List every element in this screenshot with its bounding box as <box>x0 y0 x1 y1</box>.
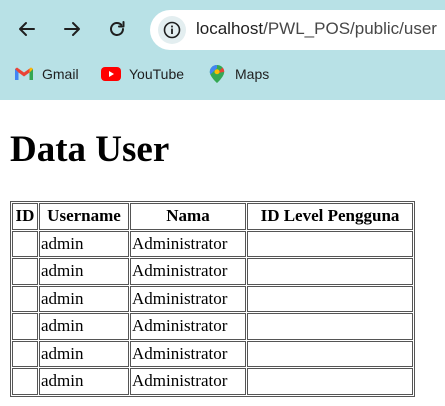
cell-id <box>12 368 38 395</box>
cell-level <box>247 340 413 367</box>
cell-username: admin <box>39 230 129 257</box>
url-path: /PWL_POS/public/user <box>263 19 437 38</box>
cell-username: admin <box>39 285 129 312</box>
cell-nama: Administrator <box>130 340 246 367</box>
table-row: admin Administrator <box>12 285 413 312</box>
cell-id <box>12 230 38 257</box>
cell-nama: Administrator <box>130 313 246 340</box>
info-icon <box>163 21 181 39</box>
youtube-icon <box>101 67 121 81</box>
arrow-right-icon <box>64 22 80 36</box>
cell-username: admin <box>39 258 129 285</box>
bookmark-maps-label: Maps <box>235 66 270 82</box>
cell-id <box>12 313 38 340</box>
column-header-nama: Nama <box>130 203 246 230</box>
cell-level <box>247 230 413 257</box>
column-header-username: Username <box>39 203 129 230</box>
cell-username: admin <box>39 313 129 340</box>
cell-nama: Administrator <box>130 230 246 257</box>
column-header-id: ID <box>12 203 38 230</box>
site-info-button[interactable] <box>158 16 186 44</box>
bookmark-gmail-label: Gmail <box>42 66 79 82</box>
address-bar[interactable]: localhost/PWL_POS/public/user <box>150 10 445 50</box>
cell-nama: Administrator <box>130 368 246 395</box>
table-row: admin Administrator <box>12 230 413 257</box>
cell-nama: Administrator <box>130 285 246 312</box>
navigation-bar: localhost/PWL_POS/public/user <box>0 8 445 50</box>
cell-id <box>12 258 38 285</box>
page-title: Data User <box>10 129 170 170</box>
user-table: ID Username Nama ID Level Pengguna admin… <box>10 201 415 397</box>
gmail-icon <box>15 67 33 80</box>
browser-chrome: localhost/PWL_POS/public/user Gmail YouT… <box>0 0 445 100</box>
cell-level <box>247 368 413 395</box>
cell-username: admin <box>39 340 129 367</box>
bookmark-youtube[interactable]: YouTube <box>101 65 184 83</box>
table-row: admin Administrator <box>12 258 413 285</box>
table-row: admin Administrator <box>12 313 413 340</box>
cell-id <box>12 285 38 312</box>
bookmark-gmail[interactable]: Gmail <box>14 65 79 83</box>
cell-nama: Administrator <box>130 258 246 285</box>
cell-level <box>247 258 413 285</box>
column-header-level: ID Level Pengguna <box>247 203 413 230</box>
reload-button[interactable] <box>100 12 134 46</box>
cell-level <box>247 313 413 340</box>
cell-id <box>12 340 38 367</box>
arrow-left-icon <box>19 22 35 36</box>
url-text[interactable]: localhost/PWL_POS/public/user <box>196 19 437 39</box>
bookmark-youtube-label: YouTube <box>129 66 185 82</box>
bookmarks-bar: Gmail YouTube Maps <box>0 62 445 88</box>
table-row: admin Administrator <box>12 368 413 395</box>
reload-icon <box>110 21 125 36</box>
forward-button[interactable] <box>55 12 89 46</box>
table-header-row: ID Username Nama ID Level Pengguna <box>12 203 413 230</box>
cell-username: admin <box>39 368 129 395</box>
bookmark-maps[interactable]: Maps <box>207 65 269 83</box>
url-host: localhost <box>196 19 264 38</box>
cell-level <box>247 285 413 312</box>
maps-icon <box>209 65 225 83</box>
table-row: admin Administrator <box>12 340 413 367</box>
back-button[interactable] <box>10 12 44 46</box>
